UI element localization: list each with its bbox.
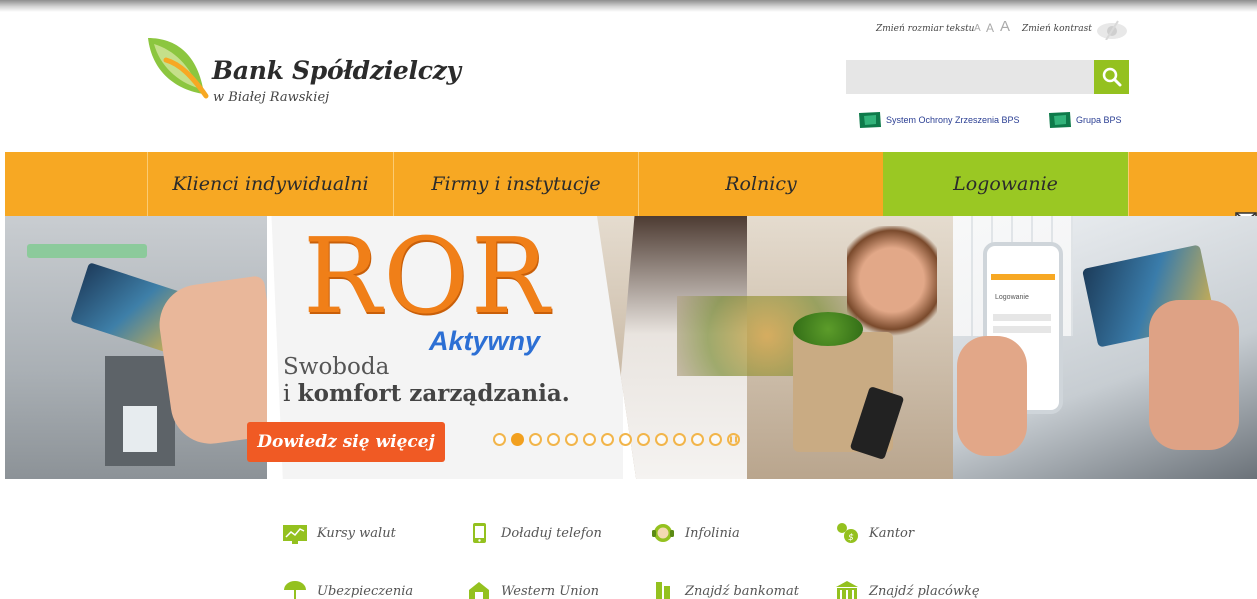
quick-link-hotline[interactable]: Infolinia <box>650 518 740 548</box>
slider-dot[interactable] <box>655 433 668 446</box>
text-size-medium-button[interactable]: A <box>986 21 994 35</box>
nav-individual-clients[interactable]: Klienci indywidualni <box>147 152 393 216</box>
quick-link-western-union[interactable]: Western Union <box>466 576 599 599</box>
chart-icon <box>282 522 308 544</box>
eye-icon[interactable] <box>1096 20 1128 40</box>
search-button[interactable] <box>1094 60 1129 94</box>
hero-banner[interactable]: Logowanie ROR Aktywny Swoboda i komfort … <box>5 216 1257 479</box>
top-shadow-bar <box>0 0 1257 12</box>
learn-more-button[interactable]: Dowiedz się więcej <box>247 422 445 462</box>
slider-dot[interactable] <box>673 433 686 446</box>
globe-icon <box>466 580 492 599</box>
promo-line-2-prefix: i <box>283 381 291 407</box>
nav-login[interactable]: Logowanie <box>883 152 1128 216</box>
bps-protection-link[interactable]: System Ochrony Zrzeszenia BPS <box>858 110 1020 130</box>
bps-group-link[interactable]: Grupa BPS <box>1048 110 1122 130</box>
slider-dot[interactable] <box>619 433 632 446</box>
bps-logo-icon <box>1049 112 1071 128</box>
slider-dot[interactable] <box>709 433 722 446</box>
nav-companies[interactable]: Firmy i instytucje <box>393 152 638 216</box>
accessibility-bar: Zmień rozmiar tekstu A A A Zmień kontras… <box>876 16 1136 46</box>
slider-dot[interactable] <box>637 433 650 446</box>
mobile-banking-photo: Logowanie <box>953 216 1257 479</box>
slider-pause-icon[interactable]: ❚❚ <box>727 433 740 446</box>
headset-icon <box>650 522 676 544</box>
search-input[interactable] <box>846 60 1094 94</box>
quick-link-label: Kantor <box>869 525 915 541</box>
quick-link-label: Znajdź bankomat <box>685 583 799 599</box>
quick-link-find-branch[interactable]: Znajdź placówkę <box>834 576 980 599</box>
quick-link-label: Znajdź placówkę <box>869 583 980 599</box>
bank-logo[interactable]: Bank Spółdzielczy w Białej Rawskiej <box>146 36 461 126</box>
search-icon <box>1102 67 1121 87</box>
slider-pagination: ❚❚ <box>493 433 740 449</box>
bank-building-icon <box>834 580 860 599</box>
bps-protection-label: System Ochrony Zrzeszenia BPS <box>886 115 1020 125</box>
nav-farmers[interactable]: Rolnicy <box>638 152 883 216</box>
leaf-logo-icon <box>148 38 209 99</box>
quick-link-label: Doładuj telefon <box>501 525 602 541</box>
atm-icon <box>650 580 676 599</box>
quick-link-exchange-office[interactable]: $ Kantor <box>834 518 914 548</box>
slider-dot[interactable] <box>601 433 614 446</box>
quick-link-find-atm[interactable]: Znajdź bankomat <box>650 576 799 599</box>
promo-line-2-bold: komfort zarządzania. <box>297 380 570 407</box>
umbrella-icon <box>282 580 308 599</box>
promo-line-2: i komfort zarządzania. <box>283 380 570 407</box>
atm-photo <box>5 216 267 479</box>
slider-dot[interactable] <box>511 433 524 446</box>
contrast-label[interactable]: Zmień kontrast <box>1022 24 1092 34</box>
bps-logo-icon <box>859 112 881 128</box>
quick-link-phone-topup[interactable]: Doładuj telefon <box>466 518 602 548</box>
slider-dot[interactable] <box>691 433 704 446</box>
phone-screen-title: Logowanie <box>995 294 1029 301</box>
money-bag-icon: $ <box>834 522 860 544</box>
quick-link-insurance[interactable]: Ubezpieczenia <box>282 576 413 599</box>
bank-location: w Białej Rawskiej <box>213 90 330 105</box>
slider-dot[interactable] <box>547 433 560 446</box>
quick-link-label: Ubezpieczenia <box>317 583 414 599</box>
bps-group-label: Grupa BPS <box>1076 115 1122 125</box>
slider-dot[interactable] <box>493 433 506 446</box>
text-size-small-button[interactable]: A <box>974 23 981 34</box>
quick-link-label: Infolinia <box>685 525 740 541</box>
text-size-large-button[interactable]: A <box>1000 18 1010 35</box>
bank-name: Bank Spółdzielczy <box>212 56 461 85</box>
slider-dot[interactable] <box>583 433 596 446</box>
slider-dot[interactable] <box>565 433 578 446</box>
text-resize-label: Zmień rozmiar tekstu <box>876 24 975 34</box>
promo-title: ROR <box>303 216 551 337</box>
promo-subtitle: Aktywny <box>429 326 541 356</box>
quick-link-label: Western Union <box>501 583 599 599</box>
quick-link-label: Kursy walut <box>317 525 396 541</box>
slider-dot[interactable] <box>529 433 542 446</box>
phone-icon <box>466 522 492 544</box>
main-navigation: Klienci indywidualni Firmy i instytucje … <box>5 152 1257 216</box>
promo-line-1: Swoboda <box>283 354 390 380</box>
svg-text:$: $ <box>848 533 854 543</box>
quick-link-exchange-rates[interactable]: Kursy walut <box>282 518 396 548</box>
